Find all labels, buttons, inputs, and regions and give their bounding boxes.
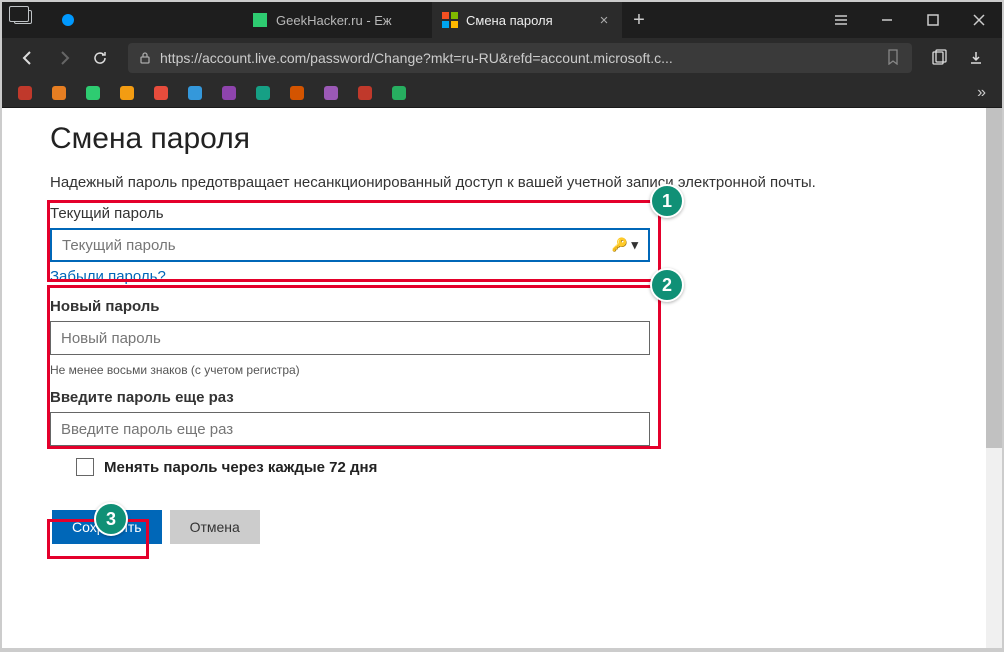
password-hint: Не менее восьми знаков (с учетом регистр…	[50, 363, 954, 377]
confirm-password-input[interactable]: Введите пароль еще раз	[50, 412, 650, 446]
forward-button	[48, 42, 80, 74]
bookmark-item[interactable]	[86, 86, 100, 100]
bookmark-item[interactable]	[324, 86, 338, 100]
cancel-button[interactable]: Отмена	[170, 510, 260, 544]
current-password-input[interactable]: Текущий пароль 🔑 ▾	[50, 228, 650, 262]
back-button[interactable]	[12, 42, 44, 74]
key-icon[interactable]: 🔑 ▾	[612, 237, 638, 253]
page-description: Надежный пароль предотвращает несанкцион…	[50, 174, 954, 191]
new-tab-button[interactable]: +	[622, 2, 656, 38]
browser-window: GeekHacker.ru - Еж Смена пароля × + http…	[2, 2, 1002, 648]
lock-icon	[138, 51, 152, 65]
bookmark-item[interactable]	[120, 86, 134, 100]
url-text: https://account.live.com/password/Change…	[160, 50, 886, 66]
page-title: Смена пароля	[50, 122, 954, 156]
tabs-overview-icon[interactable]	[14, 10, 32, 24]
scrollbar[interactable]	[986, 108, 1002, 648]
browser-tab[interactable]	[52, 2, 242, 38]
collections-icon[interactable]	[924, 42, 956, 74]
downloads-icon[interactable]	[960, 42, 992, 74]
annotation-badge-2: 2	[650, 268, 684, 302]
bookmark-item[interactable]	[256, 86, 270, 100]
toolbar: https://account.live.com/password/Change…	[2, 38, 1002, 78]
rotate-password-checkbox[interactable]	[76, 458, 94, 476]
scrollbar-thumb[interactable]	[986, 108, 1002, 448]
browser-tab[interactable]: GeekHacker.ru - Еж	[242, 2, 432, 38]
browser-tab-active[interactable]: Смена пароля ×	[432, 2, 622, 38]
bookmark-item[interactable]	[290, 86, 304, 100]
tab-label: GeekHacker.ru - Еж	[276, 13, 422, 28]
annotation-badge-1: 1	[650, 184, 684, 218]
tab-label: Смена пароля	[466, 13, 596, 28]
favicon-icon	[252, 12, 268, 28]
forgot-password-link[interactable]: Забыли пароль?	[50, 268, 166, 285]
bookmarks-bar: »	[2, 78, 1002, 108]
address-bar[interactable]: https://account.live.com/password/Change…	[128, 43, 912, 73]
bookmark-item[interactable]	[52, 86, 66, 100]
bookmark-item[interactable]	[188, 86, 202, 100]
menu-icon[interactable]	[818, 2, 864, 38]
placeholder-text: Текущий пароль	[62, 237, 612, 254]
page-content: Смена пароля Надежный пароль предотвраща…	[2, 108, 1002, 648]
microsoft-icon	[442, 12, 458, 28]
close-tab-icon[interactable]: ×	[596, 12, 612, 29]
close-icon[interactable]	[956, 2, 1002, 38]
minimize-icon[interactable]	[864, 2, 910, 38]
bookmark-item[interactable]	[358, 86, 372, 100]
window-controls	[818, 2, 1002, 38]
current-password-label: Текущий пароль	[50, 205, 954, 222]
placeholder-text: Введите пароль еще раз	[61, 421, 639, 438]
tabstrip: GeekHacker.ru - Еж Смена пароля × +	[2, 2, 818, 38]
placeholder-text: Новый пароль	[61, 330, 639, 347]
bookmarks-overflow-icon[interactable]: »	[977, 84, 986, 102]
new-password-label: Новый пароль	[50, 298, 954, 315]
rotate-password-label: Менять пароль через каждые 72 дня	[104, 459, 377, 476]
titlebar: GeekHacker.ru - Еж Смена пароля × +	[2, 2, 1002, 38]
new-password-input[interactable]: Новый пароль	[50, 321, 650, 355]
bookmark-item[interactable]	[392, 86, 406, 100]
confirm-password-label: Введите пароль еще раз	[50, 389, 954, 406]
maximize-icon[interactable]	[910, 2, 956, 38]
favicon-icon	[62, 14, 74, 26]
bookmark-item[interactable]	[222, 86, 236, 100]
annotation-badge-3: 3	[94, 502, 128, 536]
reload-button[interactable]	[84, 42, 116, 74]
bookmark-item[interactable]	[18, 86, 32, 100]
bookmark-icon[interactable]	[886, 49, 902, 68]
bookmark-item[interactable]	[154, 86, 168, 100]
